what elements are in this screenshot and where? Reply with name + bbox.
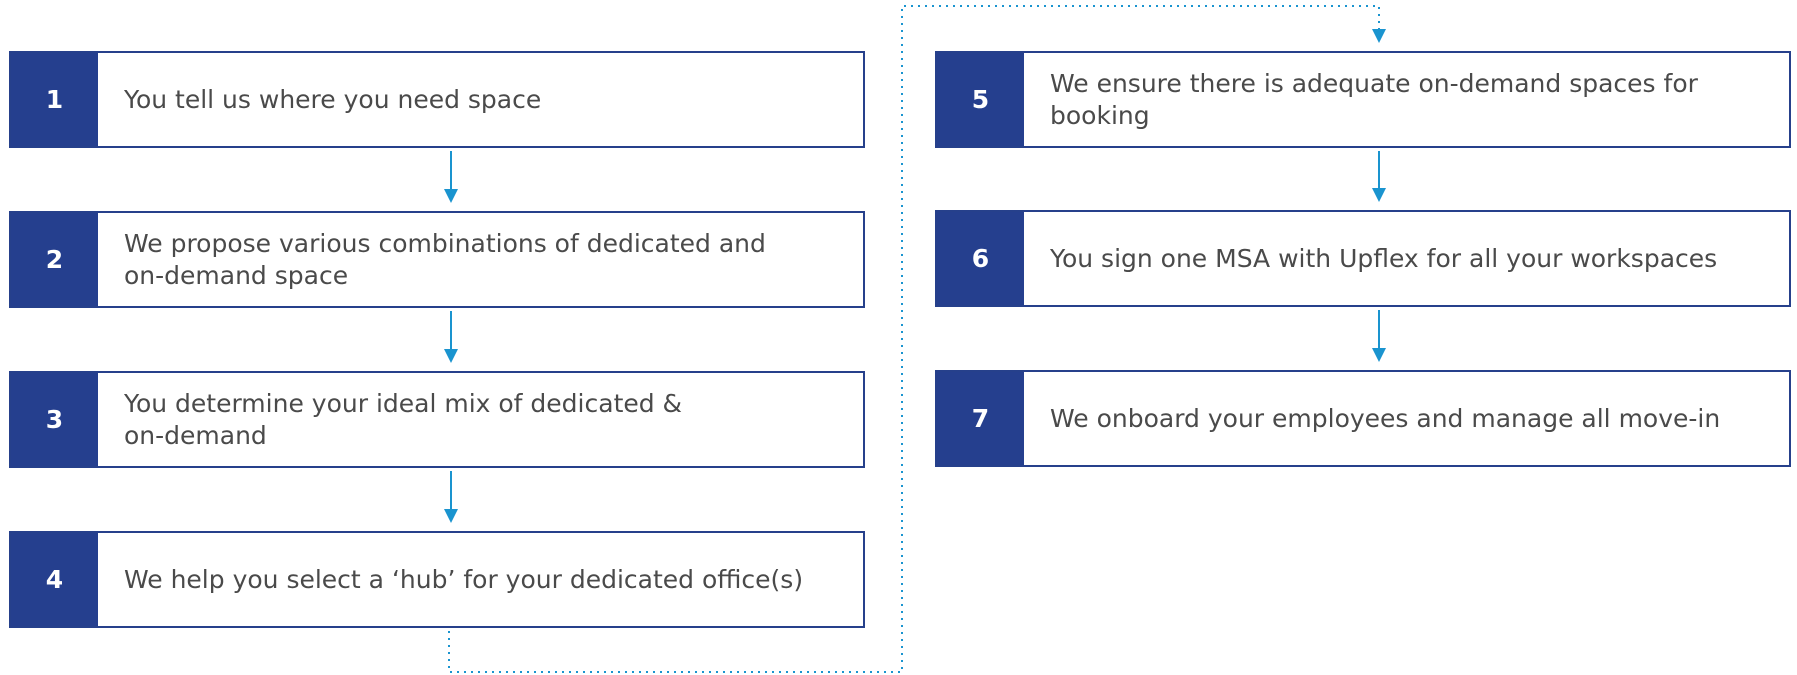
- step-text: We help you select a ‘hub’ for your dedi…: [98, 533, 863, 626]
- step-text: You sign one MSA with Upflex for all you…: [1024, 212, 1789, 305]
- step-text: You determine your ideal mix of dedicate…: [98, 373, 863, 466]
- step-text-line: We ensure there is adequate on-demand sp…: [1050, 68, 1698, 98]
- step-text: You tell us where you need space: [98, 53, 863, 146]
- step-text-line: We propose various combinations of dedic…: [124, 228, 766, 258]
- step-text: We propose various combinations of dedic…: [98, 213, 863, 306]
- step-number: 5: [937, 53, 1024, 146]
- step-text-line: booking: [1050, 100, 1150, 130]
- step-1: 1 You tell us where you need space: [9, 51, 865, 148]
- step-text-line: We help you select a ‘hub’ for your dedi…: [124, 564, 804, 594]
- step-text-line: You determine your ideal mix of dedicate…: [124, 388, 683, 418]
- step-text-line: You tell us where you need space: [124, 84, 542, 114]
- step-4: 4 We help you select a ‘hub’ for your de…: [9, 531, 865, 628]
- step-6: 6 You sign one MSA with Upflex for all y…: [935, 210, 1791, 307]
- step-text-line: on-demand space: [124, 260, 349, 290]
- step-number: 4: [11, 533, 98, 626]
- step-7: 7 We onboard your employees and manage a…: [935, 370, 1791, 467]
- step-number: 7: [937, 372, 1024, 465]
- step-text: We ensure there is adequate on-demand sp…: [1024, 53, 1789, 146]
- step-text-line: on-demand: [124, 420, 267, 450]
- step-number: 3: [11, 373, 98, 466]
- step-text-line: You sign one MSA with Upflex for all you…: [1050, 243, 1718, 273]
- step-text: We onboard your employees and manage all…: [1024, 372, 1789, 465]
- step-number: 2: [11, 213, 98, 306]
- step-2: 2 We propose various combinations of ded…: [9, 211, 865, 308]
- step-number: 1: [11, 53, 98, 146]
- step-5: 5 We ensure there is adequate on-demand …: [935, 51, 1791, 148]
- step-text-line: We onboard your employees and manage all…: [1050, 403, 1721, 433]
- step-3: 3 You determine your ideal mix of dedica…: [9, 371, 865, 468]
- step-number: 6: [937, 212, 1024, 305]
